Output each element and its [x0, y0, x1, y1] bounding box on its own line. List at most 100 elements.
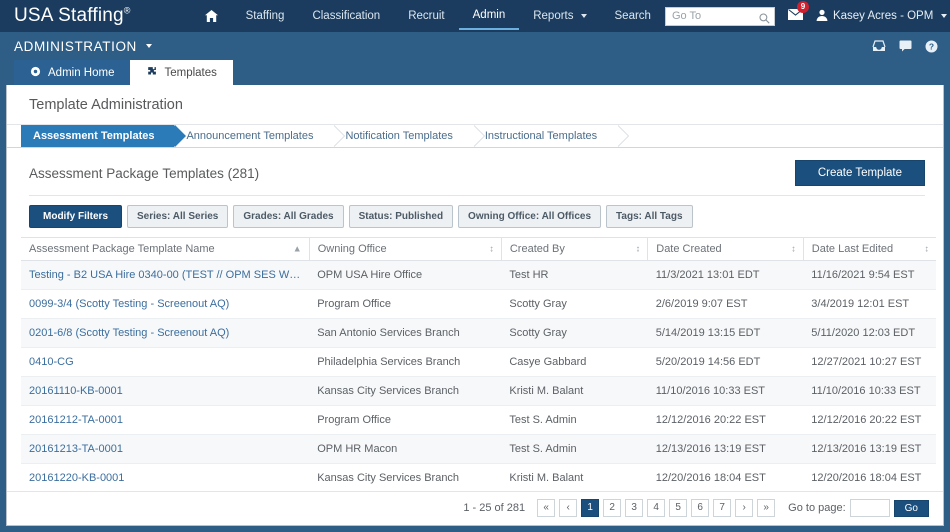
cell-created-by: Test S. Admin [501, 434, 648, 464]
result-range-label: 1 - 25 of 281 [463, 502, 526, 514]
cell-template-name[interactable]: 0099-3/4 (Scotty Testing - Screenout AQ) [21, 289, 310, 319]
crumb-notification-templates[interactable]: Notification Templates [333, 125, 486, 147]
table-body: Testing - B2 USA Hire 0340-00 (TEST // O… [21, 260, 936, 491]
table-row[interactable]: 20161212-TA-0001 Program Office Test S. Ad… [21, 405, 936, 435]
nav-link-search[interactable]: Search [601, 3, 665, 29]
messages-button[interactable]: 9 [784, 1, 809, 25]
crumb-label: Assessment Templates [33, 130, 155, 142]
user-menu[interactable]: Kasey Acres - OPM [816, 9, 948, 24]
pagination-page-4[interactable]: 4 [647, 499, 666, 517]
chevron-down-icon [941, 14, 948, 18]
administration-menu[interactable]: ADMINISTRATION [14, 39, 152, 54]
nav-label: Reports [533, 10, 574, 22]
modify-filters-button[interactable]: Modify Filters [29, 205, 123, 228]
table-row[interactable]: 20161110-KB-0001 Kansas City Services Bra… [21, 376, 936, 406]
pagination-prev-button[interactable]: ‹ [559, 499, 578, 517]
crumb-announcement-templates[interactable]: Announcement Templates [174, 125, 346, 147]
filter-bar: Modify Filters Series: All Series Grades… [7, 196, 943, 237]
nav-label: Search [614, 10, 651, 22]
administration-bar: ADMINISTRATION ? [0, 32, 950, 60]
cell-date-created: 11/3/2021 13:01 EDT [647, 260, 804, 290]
app-logo[interactable]: USA Staffing® [14, 5, 131, 27]
pagination-bar: 1 - 25 of 281 « ‹ 1 2 3 4 5 6 7 › » Go t… [7, 491, 943, 525]
workspace-tab-strip: Admin Home Templates [0, 60, 950, 85]
sort-toggle-icon: ↕ [791, 243, 796, 254]
cell-date-created: 12/20/2016 18:04 EST [647, 463, 804, 491]
nav-home-link[interactable] [191, 3, 232, 29]
column-header-owning-office[interactable]: Owning Office ↕ [309, 237, 502, 261]
pagination-page-1[interactable]: 1 [581, 499, 600, 517]
cell-owning-office: Program Office [309, 289, 502, 319]
column-label: Assessment Package Template Name [29, 243, 215, 255]
crumb-assessment-templates[interactable]: Assessment Templates [21, 125, 187, 147]
table-row[interactable]: 20161213-TA-0001 OPM HR Macon Test S. Admi… [21, 434, 936, 464]
create-template-button[interactable]: Create Template [794, 160, 925, 186]
cell-date-created: 5/20/2019 14:56 EDT [647, 347, 804, 377]
table-row[interactable]: 20161220-KB-0001 Kansas City Services Bra… [21, 463, 936, 491]
nav-link-classification[interactable]: Classification [298, 3, 394, 29]
cell-template-name[interactable]: 20161220-KB-0001 [21, 463, 310, 491]
sort-toggle-icon: ↕ [635, 243, 641, 254]
chat-icon[interactable] [899, 40, 912, 52]
cell-owning-office: OPM USA Hire Office [309, 260, 502, 290]
cell-date-created: 5/14/2019 13:15 EDT [647, 318, 804, 348]
crumb-instructional-templates[interactable]: Instructional Templates [473, 125, 630, 147]
tab-admin-home[interactable]: Admin Home [14, 60, 131, 85]
cell-owning-office: San Antonio Services Branch [309, 318, 502, 348]
nav-link-recruit[interactable]: Recruit [394, 3, 458, 29]
sort-toggle-icon: ↕ [924, 243, 930, 254]
table-row[interactable]: Testing - B2 USA Hire 0340-00 (TEST // O… [21, 260, 936, 290]
filter-pill-grades[interactable]: Grades: All Grades [233, 205, 344, 228]
filter-pill-status[interactable]: Status: Published [348, 205, 454, 228]
pagination-page-3[interactable]: 3 [625, 499, 644, 517]
pagination-next-button[interactable]: › [735, 499, 754, 517]
nav-label: Admin [472, 9, 506, 21]
column-header-name[interactable]: Assessment Package Template Name ▲ [21, 237, 310, 261]
pagination-last-button[interactable]: » [757, 499, 776, 517]
tab-templates[interactable]: Templates [130, 60, 233, 85]
table-header-row: Assessment Package Template Name ▲ Ownin… [21, 237, 936, 261]
filter-pill-tags[interactable]: Tags: All Tags [606, 205, 693, 228]
cell-owning-office: Kansas City Services Branch [309, 376, 502, 406]
cell-date-last-edited: 11/10/2016 10:33 EST [803, 376, 936, 406]
nav-link-reports[interactable]: Reports [519, 3, 600, 29]
goto-page-go-button[interactable]: Go [893, 499, 929, 517]
goto-page-input[interactable] [849, 499, 890, 517]
goto-page-label: Go to page: [788, 502, 846, 514]
cell-date-last-edited: 12/20/2016 18:04 EST [803, 463, 936, 491]
cell-template-name[interactable]: 20161110-KB-0001 [21, 376, 310, 406]
table-row[interactable]: 0410-CG Philadelphia Services Branch Casye… [21, 347, 936, 377]
pagination-page-5[interactable]: 5 [669, 499, 688, 517]
table-row[interactable]: 0201-6/8 (Scotty Testing - Screenout AQ)… [21, 318, 936, 348]
pagination-page-6[interactable]: 6 [691, 499, 710, 517]
cell-created-by: Test S. Admin [501, 405, 648, 435]
filter-pill-owning-office[interactable]: Owning Office: All Offices [458, 205, 602, 228]
column-header-date-last-edited[interactable]: Date Last Edited ↕ [803, 237, 936, 261]
template-type-tabs: Assessment Templates Announcement Templa… [7, 125, 943, 148]
nav-link-staffing[interactable]: Staffing [232, 3, 299, 29]
cell-template-name[interactable]: 20161212-TA-0001 [21, 405, 310, 435]
column-label: Owning Office [317, 243, 387, 255]
column-header-date-created[interactable]: Date Created ↕ [647, 237, 804, 261]
cell-date-last-edited: 11/16/2021 9:54 EST [803, 260, 936, 290]
nav-link-admin[interactable]: Admin [458, 2, 520, 30]
page-title: Template Administration [7, 85, 943, 125]
filter-pill-series[interactable]: Series: All Series [127, 205, 229, 228]
cell-template-name[interactable]: 0201-6/8 (Scotty Testing - Screenout AQ) [21, 318, 310, 348]
goto-search-input[interactable] [665, 7, 774, 25]
pagination-page-2[interactable]: 2 [603, 499, 622, 517]
tab-label: Admin Home [48, 66, 115, 79]
cell-template-name[interactable]: 20161213-TA-0001 [21, 434, 310, 464]
inbox-icon[interactable] [872, 40, 886, 52]
help-icon[interactable]: ? [925, 40, 938, 53]
pagination-first-button[interactable]: « [537, 499, 556, 517]
table-row[interactable]: 0099-3/4 (Scotty Testing - Screenout AQ)… [21, 289, 936, 319]
column-header-created-by[interactable]: Created By ↕ [501, 237, 649, 261]
avatar-icon [816, 9, 828, 24]
administration-label: ADMINISTRATION [14, 38, 137, 54]
pagination-page-7[interactable]: 7 [713, 499, 732, 517]
cell-template-name[interactable]: 0410-CG [21, 347, 310, 377]
cell-template-name[interactable]: Testing - B2 USA Hire 0340-00 (TEST // O… [21, 260, 310, 290]
goto-search-box[interactable] [664, 6, 775, 26]
cell-created-by: Kristi M. Balant [501, 463, 648, 491]
